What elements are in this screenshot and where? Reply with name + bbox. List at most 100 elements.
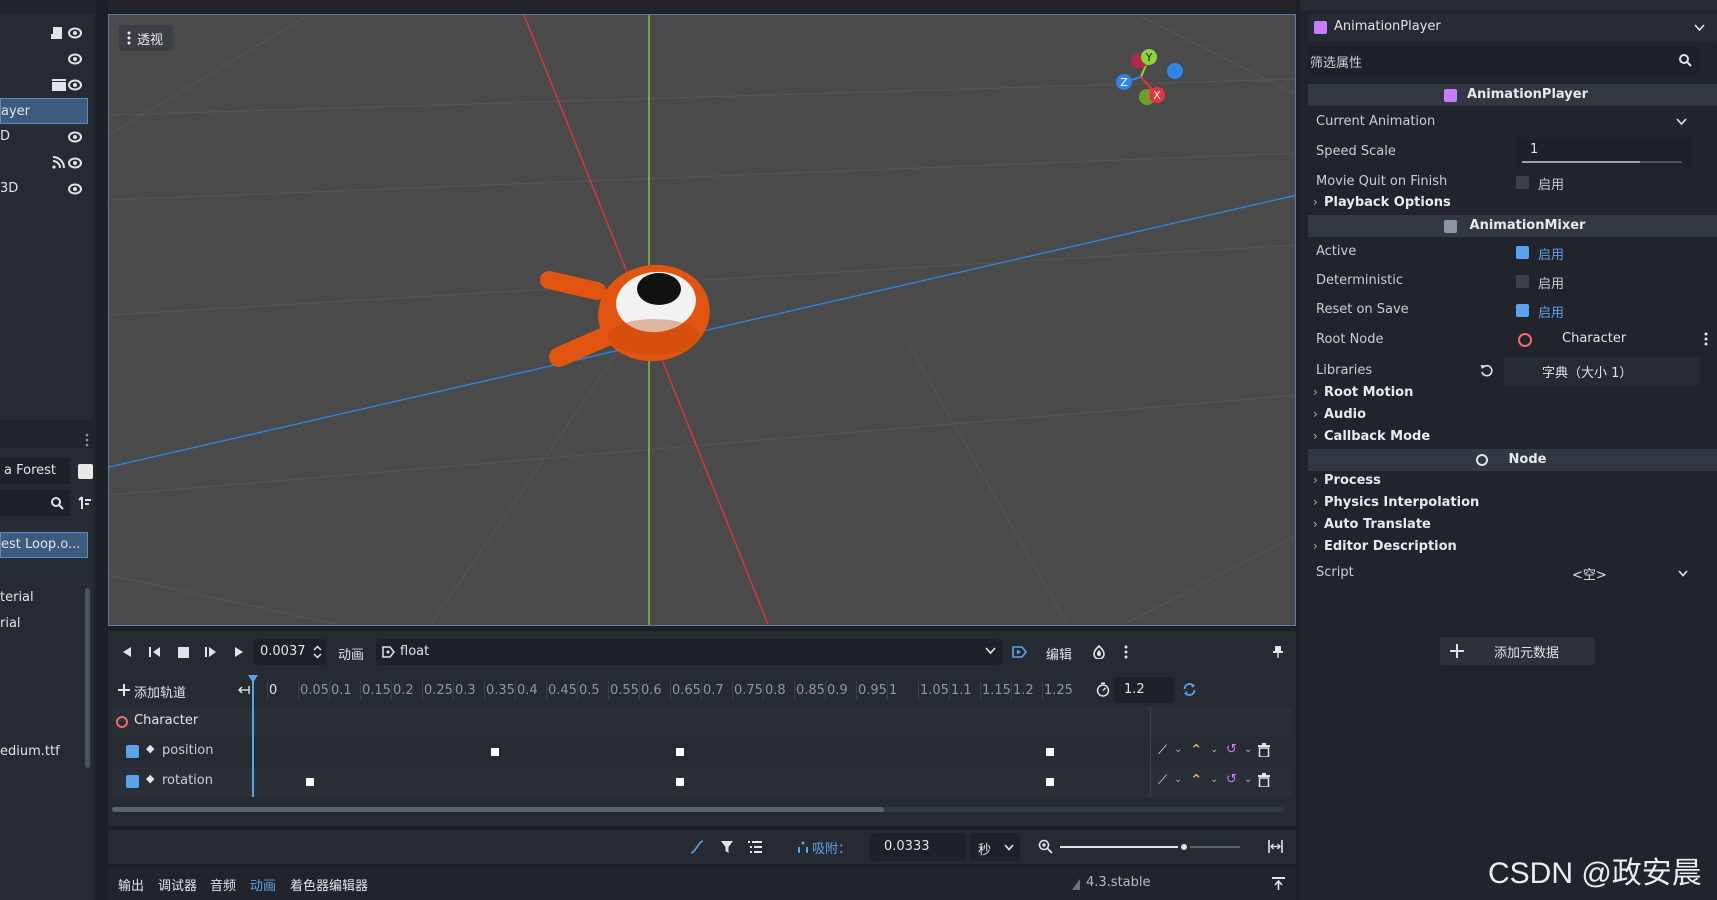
group-physics-interpolation[interactable]: › Physics Interpolation (1308, 492, 1717, 516)
filter-properties-input[interactable]: 筛选属性 (1308, 46, 1698, 74)
section-node[interactable]: Node (1308, 449, 1717, 471)
tree-row-1[interactable] (0, 20, 94, 46)
onion-skin-icon[interactable] (1086, 639, 1112, 665)
file-item-selected[interactable]: est Loop.o... (0, 532, 88, 558)
movie-quit-checkbox[interactable] (1516, 176, 1529, 189)
play-backwards-from-end-icon[interactable] (114, 639, 140, 665)
node-selector[interactable]: AnimationPlayer (1308, 14, 1717, 42)
group-process[interactable]: › Process (1308, 470, 1717, 494)
tree-row-5[interactable]: D (0, 124, 94, 150)
reset-on-save-checkbox[interactable] (1516, 304, 1529, 317)
trash-icon[interactable] (1258, 773, 1270, 787)
plus-icon[interactable] (118, 684, 130, 696)
keyframe-lane[interactable] (252, 767, 1058, 797)
file-item-label[interactable]: terial (0, 590, 34, 605)
dock-pin-icon[interactable] (1272, 877, 1285, 890)
file-item-label[interactable]: rial (0, 616, 21, 631)
active-checkbox[interactable] (1516, 246, 1529, 259)
interpolation-icon[interactable]: ⌃ (1190, 771, 1203, 789)
view-mode-menu[interactable]: 透视 (119, 25, 174, 51)
spin-arrows-icon[interactable] (313, 645, 322, 659)
group-playback-options[interactable]: › Playback Options (1308, 192, 1717, 216)
play-icon[interactable] (226, 639, 252, 665)
revert-icon[interactable] (1480, 364, 1493, 377)
animation-selector[interactable]: float (376, 639, 1002, 665)
snap-unit-select[interactable]: 秒 (970, 833, 1020, 861)
stop-icon[interactable] (170, 639, 196, 665)
tab-animation[interactable]: 动画 (250, 875, 276, 894)
tab-audio[interactable]: 音频 (210, 875, 236, 894)
visibility-eye-icon[interactable] (68, 78, 82, 92)
keyframe[interactable] (491, 748, 499, 756)
speed-scale-slider[interactable] (1522, 161, 1682, 163)
play-backwards-icon[interactable] (142, 639, 168, 665)
time-spinbox[interactable]: 0.0037 (254, 639, 326, 665)
keyframe[interactable] (1046, 778, 1054, 786)
timeline-scrollbar-thumb[interactable] (112, 807, 884, 812)
group-auto-translate[interactable]: › Auto Translate (1308, 514, 1717, 538)
root-node-picker[interactable]: Character (1512, 326, 1692, 354)
snap-step-field[interactable]: 0.0333 (870, 833, 966, 861)
loop-wrap-icon[interactable]: ↺ (1226, 742, 1237, 757)
track-row-position[interactable]: ◆ position (112, 737, 1292, 767)
trash-icon[interactable] (1258, 743, 1270, 757)
playhead[interactable] (252, 679, 254, 797)
play-from-start-icon[interactable] (198, 639, 224, 665)
group-editor-description[interactable]: › Editor Description (1308, 536, 1717, 560)
visibility-eye-icon[interactable] (68, 52, 82, 66)
animation-menu-button[interactable]: 动画 (332, 639, 372, 665)
keyframe-lane[interactable] (252, 737, 1058, 767)
keyframe[interactable] (676, 778, 684, 786)
timeline-ruler[interactable]: 0 0.05 0.1 0.15 0.2 0.25 0.3 0.35 0.4 0.45 0.5 0.55… (267, 675, 1285, 705)
panel-drag-handle-icon[interactable] (84, 432, 90, 448)
bezier-curve-icon[interactable] (690, 840, 704, 854)
section-animationmixer[interactable]: AnimationMixer (1308, 215, 1717, 237)
list-icon[interactable] (748, 840, 762, 854)
interpolation-icon[interactable]: ⌃ (1190, 741, 1203, 759)
visibility-eye-icon[interactable] (68, 26, 82, 40)
file-filter-input[interactable] (0, 490, 70, 516)
kebab-menu-icon[interactable] (1704, 332, 1708, 346)
layout-toggle-icon[interactable] (78, 464, 93, 479)
tab-debugger[interactable]: 调试器 (158, 875, 197, 894)
file-item-label[interactable]: edium.ttf (0, 744, 60, 759)
filter-icon[interactable] (720, 840, 734, 854)
path-field[interactable]: a Forest (0, 458, 70, 484)
tree-row-6[interactable] (0, 150, 94, 176)
script-picker[interactable]: <空> (1516, 559, 1692, 587)
keyframe[interactable] (676, 748, 684, 756)
pin-icon[interactable] (1266, 639, 1290, 665)
autoplay-on-load-icon[interactable] (1006, 639, 1034, 665)
visibility-eye-icon[interactable] (68, 182, 82, 196)
visibility-eye-icon[interactable] (68, 130, 82, 144)
update-mode-icon[interactable]: ⟋ (1158, 773, 1167, 788)
deterministic-checkbox[interactable] (1516, 275, 1529, 288)
scrollbar[interactable] (85, 588, 90, 768)
group-audio[interactable]: › Audio (1308, 404, 1717, 428)
zoom-slider[interactable] (1060, 841, 1240, 853)
libraries-dictionary-button[interactable]: 字典（大小 1） (1504, 357, 1700, 385)
loop-wrap-icon[interactable]: ↺ (1226, 772, 1237, 787)
section-animationplayer[interactable]: AnimationPlayer (1308, 84, 1717, 106)
track-enable-checkbox[interactable] (126, 745, 139, 758)
keyframe[interactable] (306, 778, 314, 786)
3d-viewport[interactable]: Y Z X 透视 (108, 14, 1296, 626)
track-enable-checkbox[interactable] (126, 775, 139, 788)
zoom-slider-grabber[interactable] (1178, 841, 1190, 853)
update-mode-icon[interactable]: ⟋ (1158, 743, 1167, 758)
tree-row-animationplayer[interactable]: ayer (0, 98, 88, 124)
edit-menu-button[interactable]: 编辑 (1038, 639, 1078, 665)
visibility-eye-icon[interactable] (68, 156, 82, 170)
track-row-character[interactable]: Character (112, 707, 1292, 737)
add-metadata-button[interactable]: 添加元数据 (1440, 637, 1595, 665)
tree-row-3[interactable] (0, 72, 94, 98)
current-animation-select[interactable] (1516, 108, 1692, 136)
track-row-rotation[interactable]: ◆ rotation (112, 767, 1292, 797)
fit-width-icon[interactable] (238, 685, 250, 695)
tab-shader-editor[interactable]: 着色器编辑器 (290, 875, 368, 894)
snap-label[interactable]: 吸附： (812, 838, 851, 857)
tree-row-2[interactable] (0, 46, 94, 72)
group-callback-mode[interactable]: › Callback Mode (1308, 426, 1717, 450)
tree-row-7[interactable]: 3D (0, 176, 94, 202)
group-root-motion[interactable]: › Root Motion (1308, 382, 1717, 406)
